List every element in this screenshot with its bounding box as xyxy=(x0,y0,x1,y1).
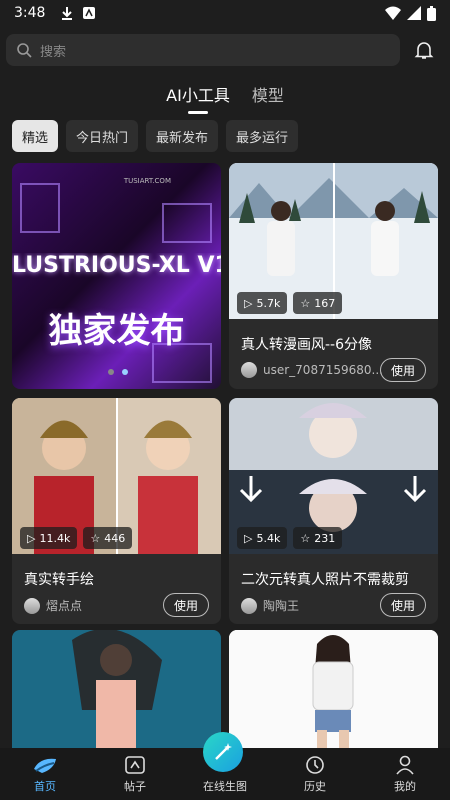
view-count: 5.7k xyxy=(256,296,281,310)
likes-badge: ☆ 167 xyxy=(293,292,343,314)
filter-today-hot[interactable]: 今日热门 xyxy=(66,120,139,152)
nav-history[interactable]: 历史 xyxy=(270,748,360,800)
nav-profile-label: 我的 xyxy=(394,780,416,793)
filter-latest[interactable]: 最新发布 xyxy=(146,120,219,152)
tool-card[interactable]: ▷ 5.4k ☆ 231 二次元转真人照片不需裁剪 陶陶王 使用 xyxy=(229,398,438,624)
generate-fab-button[interactable] xyxy=(203,732,243,772)
status-bar: 3:48 xyxy=(0,0,450,26)
card-title: 二次元转真人照片不需裁剪 xyxy=(241,572,409,588)
magic-wand-icon xyxy=(215,743,232,760)
tool-card[interactable]: ▷ 5.7k ☆ 167 真人转漫画风--6分像 user_7087159680..… xyxy=(229,163,438,389)
nav-home[interactable]: 首页 xyxy=(0,748,90,800)
play-icon: ▷ xyxy=(27,531,36,545)
author-name: 陶陶王 xyxy=(263,599,300,613)
card-image-fashion-model xyxy=(229,630,438,748)
nav-generate-label: 在线生图 xyxy=(203,780,247,793)
bell-icon xyxy=(414,42,434,59)
likes-badge: ☆ 446 xyxy=(83,527,133,549)
search-icon xyxy=(17,43,32,58)
nav-history-label: 历史 xyxy=(304,780,326,793)
filter-featured[interactable]: 精选 xyxy=(12,120,59,152)
star-icon: ☆ xyxy=(300,296,311,310)
card-author[interactable]: 熠点点 xyxy=(24,597,82,614)
card-image-underwater xyxy=(12,630,221,748)
tool-card[interactable] xyxy=(12,630,221,748)
star-icon: ☆ xyxy=(300,531,311,545)
filter-most-run[interactable]: 最多运行 xyxy=(226,120,299,152)
nav-posts-label: 帖子 xyxy=(124,780,146,793)
cell-signal-icon xyxy=(407,6,421,20)
carousel-dots xyxy=(108,369,128,375)
carousel-dot[interactable] xyxy=(108,369,114,375)
carousel-dot-active[interactable] xyxy=(122,369,128,375)
avatar xyxy=(241,597,257,614)
use-button[interactable]: 使用 xyxy=(379,358,426,382)
use-button[interactable]: 使用 xyxy=(162,593,209,617)
banner-decoration xyxy=(20,183,60,233)
home-icon xyxy=(34,758,56,773)
card-title: 真实转手绘 xyxy=(24,572,94,588)
card-stats: ▷ 5.4k ☆ 231 xyxy=(237,527,343,549)
search-row: 搜索 xyxy=(6,34,444,66)
banner-subtitle: 独家发布 xyxy=(48,311,185,351)
card-stats: ▷ 11.4k ☆ 446 xyxy=(20,527,133,549)
banner-brand: TUSIART.COM xyxy=(123,177,171,185)
promo-banner[interactable]: TUSIART.COM LUSTRIOUS-XL V1 独家发布 xyxy=(12,163,221,389)
nav-posts[interactable]: 帖子 xyxy=(90,748,180,800)
views-badge: ▷ 5.4k xyxy=(237,527,288,549)
posts-icon xyxy=(125,756,145,774)
tab-models[interactable]: 模型 xyxy=(252,82,284,112)
nav-home-label: 首页 xyxy=(34,780,56,793)
card-author[interactable]: user_7087159680... xyxy=(241,362,383,378)
tool-card[interactable] xyxy=(229,630,438,748)
banner-headline: LUSTRIOUS-XL V1 xyxy=(12,253,221,278)
author-name: user_7087159680... xyxy=(263,363,383,377)
card-stats: ▷ 5.7k ☆ 167 xyxy=(237,292,343,314)
play-icon: ▷ xyxy=(244,296,253,310)
play-icon: ▷ xyxy=(244,531,253,545)
filter-chips: 精选 今日热门 最新发布 最多运行 xyxy=(12,120,299,152)
likes-badge: ☆ 231 xyxy=(293,527,343,549)
top-tabs: AI小工具 模型 xyxy=(0,82,450,112)
battery-icon xyxy=(427,5,436,21)
author-name: 熠点点 xyxy=(46,599,83,613)
search-input[interactable]: 搜索 xyxy=(6,34,400,66)
download-icon xyxy=(62,7,73,20)
banner-decoration xyxy=(162,203,212,243)
views-badge: ▷ 11.4k xyxy=(20,527,78,549)
star-icon: ☆ xyxy=(90,531,101,545)
like-count: 446 xyxy=(104,531,126,545)
view-count: 11.4k xyxy=(39,531,71,545)
app-notification-icon xyxy=(83,7,96,19)
view-count: 5.4k xyxy=(256,531,281,545)
avatar xyxy=(24,597,40,614)
profile-icon xyxy=(396,755,414,775)
like-count: 167 xyxy=(314,296,336,310)
wifi-icon xyxy=(385,6,401,20)
notification-bell-button[interactable] xyxy=(412,38,436,62)
use-button[interactable]: 使用 xyxy=(379,593,426,617)
like-count: 231 xyxy=(314,531,336,545)
status-time: 3:48 xyxy=(14,5,46,21)
card-author[interactable]: 陶陶王 xyxy=(241,597,299,614)
tab-ai-tools[interactable]: AI小工具 xyxy=(166,82,230,112)
search-placeholder: 搜索 xyxy=(40,44,67,60)
avatar xyxy=(241,362,257,378)
history-icon xyxy=(306,756,324,774)
nav-profile[interactable]: 我的 xyxy=(360,748,450,800)
tool-card[interactable]: ▷ 11.4k ☆ 446 真实转手绘 熠点点 使用 xyxy=(12,398,221,624)
views-badge: ▷ 5.7k xyxy=(237,292,288,314)
card-title: 真人转漫画风--6分像 xyxy=(241,337,373,353)
